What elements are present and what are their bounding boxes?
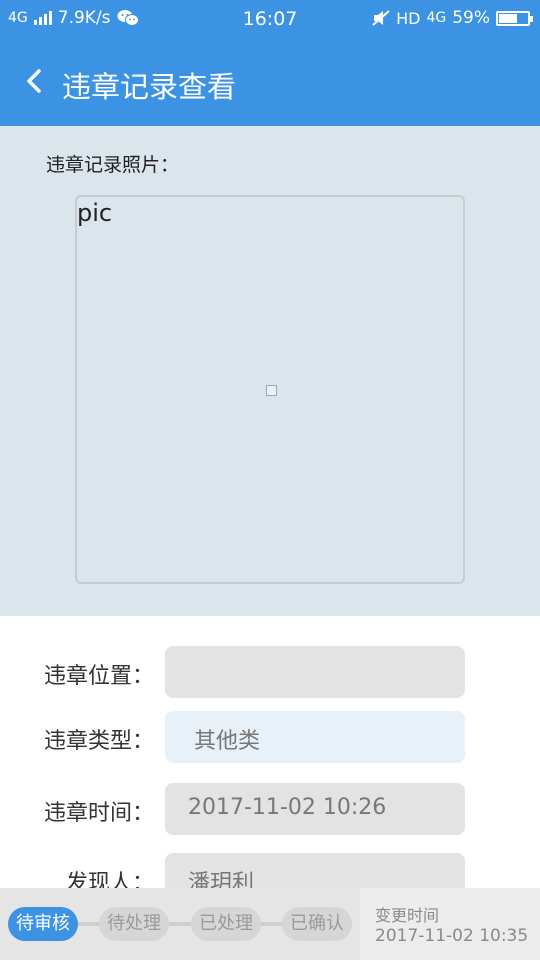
step-processed[interactable]: 已处理	[191, 907, 261, 941]
hd-label: HD	[396, 8, 421, 28]
location-label: 违章位置：	[43, 664, 154, 689]
network-type-2: 4G	[426, 10, 447, 26]
battery-fill	[499, 13, 517, 23]
location-row: 违章位置：	[0, 646, 540, 698]
broken-image-icon	[266, 385, 277, 396]
app-bar: 违章记录查看	[0, 36, 540, 126]
time-row: 违章时间： 2017-11-02 10:26	[0, 783, 540, 835]
time-label: 违章时间：	[43, 801, 154, 826]
type-field[interactable]: 其他类	[165, 711, 465, 763]
type-row: 违章类型： 其他类	[0, 711, 540, 763]
type-label: 违章类型：	[43, 729, 154, 754]
change-time-label: 变更时间	[375, 906, 440, 925]
location-field[interactable]	[165, 646, 465, 698]
battery-icon	[496, 10, 533, 26]
violation-photo[interactable]: pic	[75, 195, 465, 584]
step-pending-process[interactable]: 待处理	[99, 907, 169, 941]
step-confirmed[interactable]: 已确认	[282, 907, 352, 941]
mute-icon	[372, 10, 390, 26]
time-field[interactable]: 2017-11-02 10:26	[165, 783, 465, 835]
step-pending-review[interactable]: 待审核	[8, 907, 78, 941]
status-bar: 4G 7.9K/s 16:07 HD 4G 59%	[0, 0, 540, 36]
photo-alt-text: pic	[77, 199, 113, 227]
stepper-line	[40, 922, 320, 926]
page-title: 违章记录查看	[62, 70, 237, 104]
photo-label: 违章记录照片：	[46, 154, 180, 176]
photo-section: 违章记录照片： pic	[0, 126, 540, 616]
status-stepper: 待审核 待处理 已处理 已确认	[0, 888, 360, 960]
battery-percent: 59%	[452, 8, 490, 28]
back-arrow-icon[interactable]	[22, 66, 50, 96]
change-time-value: 2017-11-02 10:35	[375, 926, 529, 946]
status-right: HD 4G 59%	[372, 8, 533, 28]
change-time-box: 变更时间 2017-11-02 10:35	[360, 888, 540, 960]
bottom-status-bar: 待审核 待处理 已处理 已确认 变更时间 2017-11-02 10:35	[0, 888, 540, 960]
